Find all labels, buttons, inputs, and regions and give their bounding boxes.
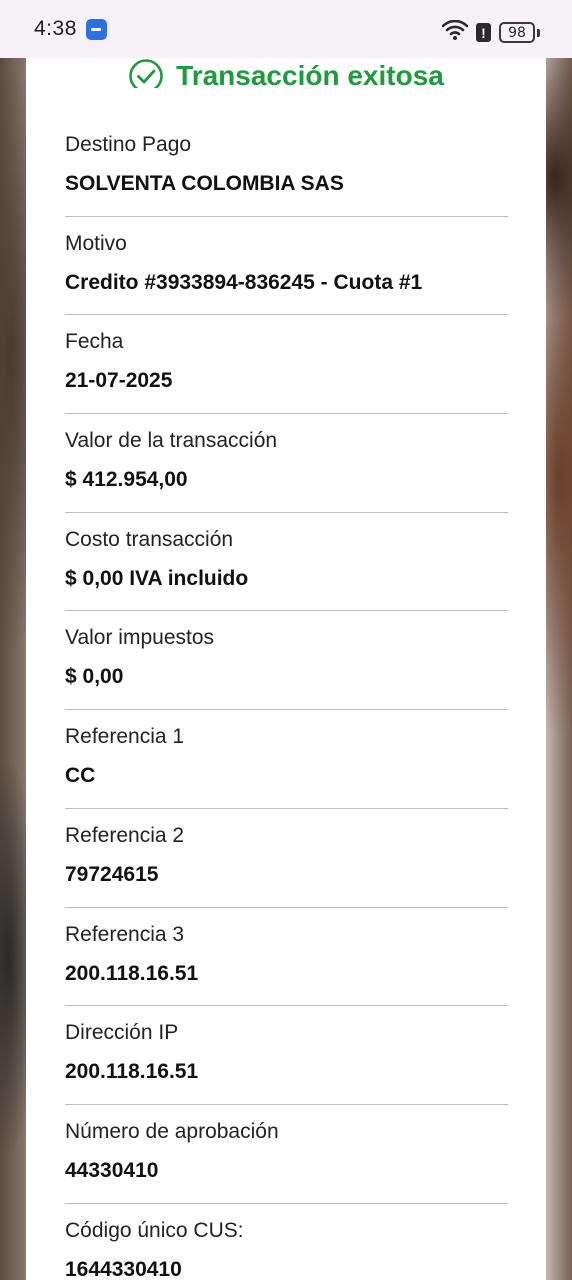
detail-label: Costo transacción [65,527,234,551]
detail-label: Motivo [65,231,127,255]
battery-tip [537,28,540,37]
status-bar: 4:38 ! 98 [0,0,572,58]
alert-icon: ! [476,23,491,42]
detail-value: CC [65,764,96,788]
detail-value: 200.118.16.51 [65,961,199,985]
detail-label: Fecha [65,330,124,354]
detail-label: Referencia 3 [65,922,185,946]
detail-value: $ 412.954,00 [65,468,188,492]
detail-row-referencia-1: Referencia 1 CC [65,710,508,809]
check-circle-icon [128,58,164,88]
detail-label: Número de aprobación [65,1119,279,1143]
detail-row-referencia-2: Referencia 2 79724615 [65,809,508,908]
detail-label: Referencia 2 [65,823,185,847]
battery-icon: 98 [499,22,535,43]
app-notification-icon [85,18,107,40]
detail-value: $ 0,00 IVA incluido [65,566,249,590]
detail-row-destino: Destino Pago SOLVENTA COLOMBIA SAS [65,118,508,217]
receipt-header: Transacción exitosa [26,58,546,88]
detail-value: 44330410 [65,1158,159,1182]
detail-value: 21-07-2025 [65,369,173,393]
detail-value: SOLVENTA COLOMBIA SAS [65,172,344,195]
detail-label: Referencia 1 [65,725,185,749]
detail-label: Código único CUS: [65,1218,244,1242]
detail-row-costo: Costo transacción $ 0,00 IVA incluido [65,513,508,612]
detail-label: Valor de la transacción [65,429,278,453]
success-title: Transacción exitosa [176,60,444,88]
detail-row-referencia-3: Referencia 3 200.118.16.51 [65,908,508,1007]
detail-row-ip: Dirección IP 200.118.16.51 [65,1006,508,1105]
receipt-card: Transacción exitosa Destino Pago SOLVENT… [26,58,546,1280]
detail-row-motivo: Motivo Credito #3933894-836245 - Cuota #… [65,217,508,316]
detail-label: Destino Pago [65,133,192,156]
detail-row-impuestos: Valor impuestos $ 0,00 [65,611,508,711]
detail-value: $ 0,00 [65,665,124,689]
detail-row-fecha: Fecha 21-07-2025 [65,315,508,415]
detail-row-cus: Código único CUS: 1644330410 [65,1204,508,1280]
wifi-icon [441,19,469,45]
detail-value: 1644330410 [65,1257,182,1280]
detail-row-aprobacion: Número de aprobación 44330410 [65,1105,508,1204]
detail-value: Credito #3933894-836245 - Cuota #1 [65,270,423,294]
detail-label: Valor impuestos [65,626,215,650]
detail-row-valor: Valor de la transacción $ 412.954,00 [65,414,508,513]
status-clock: 4:38 [34,17,77,40]
detail-value: 200.118.16.51 [65,1060,199,1084]
status-icons: ! 98 [441,19,540,45]
detail-label: Dirección IP [65,1021,179,1045]
detail-value: 79724615 [65,862,159,886]
transaction-details: Destino Pago SOLVENTA COLOMBIA SAS Motiv… [65,118,508,1280]
battery-level: 98 [508,24,526,41]
